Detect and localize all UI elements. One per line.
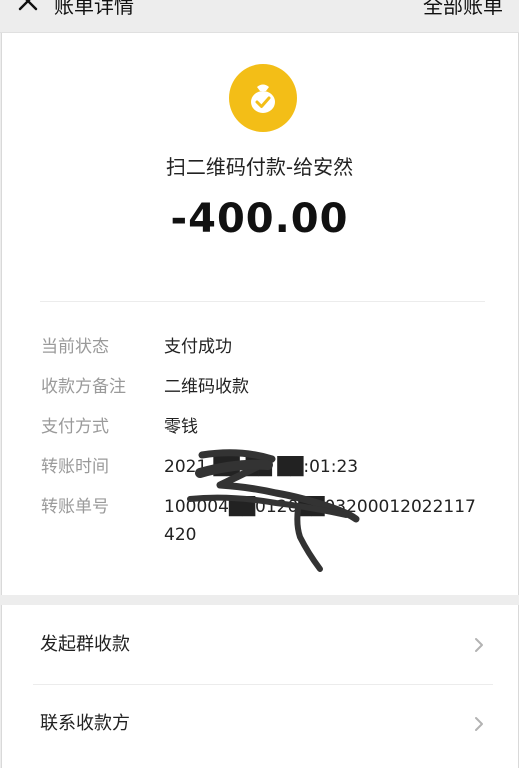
- detail-label: 转账单号: [41, 497, 109, 517]
- chevron-right-icon: [475, 638, 483, 652]
- action-label: 发起群收款: [40, 634, 130, 655]
- initiate-group-collection-row[interactable]: 发起群收款: [0, 606, 519, 682]
- detail-value: 100004██0120██03200012022117420: [164, 497, 476, 545]
- payee-avatar: [229, 64, 297, 132]
- detail-label: 当前状态: [41, 337, 109, 357]
- amount: -400.00: [170, 196, 349, 242]
- detail-label: 收款方备注: [41, 377, 126, 397]
- contact-payee-row[interactable]: 联系收款方: [0, 685, 519, 761]
- page-title: 账单详情: [54, 0, 134, 18]
- detail-label: 支付方式: [41, 417, 109, 437]
- detail-value: 支付成功: [164, 337, 232, 357]
- all-bills-link[interactable]: 全部账单: [423, 0, 503, 19]
- detail-value: 二维码收款: [164, 377, 249, 397]
- money-bag-icon: [251, 84, 275, 113]
- chevron-right-icon: [475, 717, 483, 731]
- close-icon[interactable]: [14, 0, 42, 15]
- payee-title: 扫二维码付款-给安然: [165, 155, 354, 179]
- divider: [40, 301, 485, 302]
- detail-value: 零钱: [164, 417, 198, 437]
- top-bar: 账单详情 全部账单: [0, 0, 519, 33]
- detail-value: 2021-██-██ ██:01:23: [164, 457, 359, 477]
- action-label: 联系收款方: [40, 713, 130, 734]
- detail-label: 转账时间: [41, 457, 109, 477]
